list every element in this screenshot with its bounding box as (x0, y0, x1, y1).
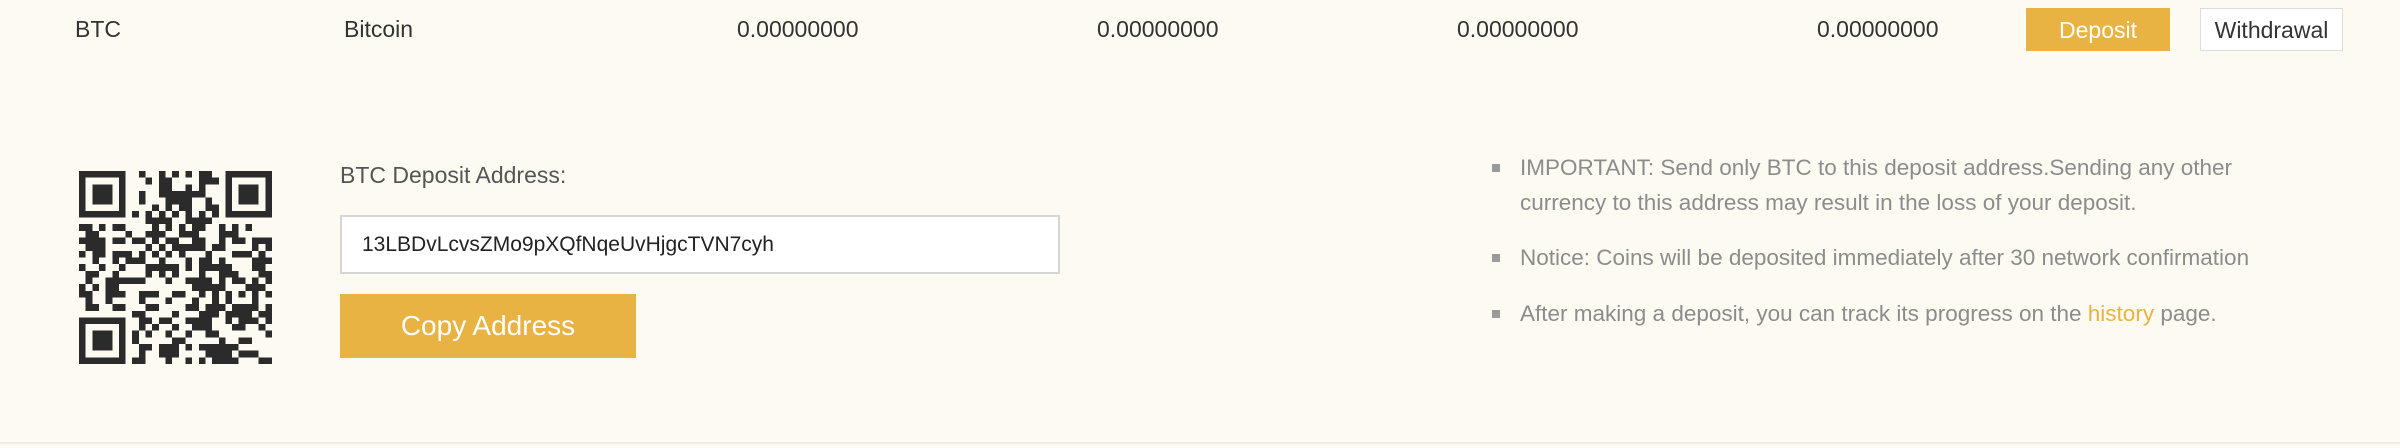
deposit-notices: IMPORTANT: Send only BTC to this deposit… (1492, 150, 2322, 331)
available-balance: 0.00000000 (1097, 16, 1219, 42)
bullet-icon (1492, 164, 1500, 172)
deposit-button[interactable]: Deposit (2026, 8, 2170, 51)
total-balance: 0.00000000 (737, 16, 859, 42)
deposit-panel: BTC Bitcoin 0.00000000 0.00000000 0.0000… (0, 0, 2400, 448)
in-order-balance: 0.00000000 (1457, 16, 1579, 42)
bullet-icon (1492, 254, 1500, 262)
deposit-address-field[interactable] (340, 215, 1060, 274)
history-link[interactable]: history (2088, 301, 2154, 326)
notice-confirmation: Notice: Coins will be deposited immediat… (1492, 240, 2322, 275)
asset-symbol: BTC (75, 16, 121, 42)
copy-address-button[interactable]: Copy Address (340, 294, 636, 358)
bullet-icon (1492, 310, 1500, 318)
deposit-address-label: BTC Deposit Address: (340, 162, 567, 188)
withdrawal-button[interactable]: Withdrawal (2200, 8, 2343, 51)
notice-confirmation-text: Notice: Coins will be deposited immediat… (1520, 245, 2250, 270)
section-divider (0, 442, 2400, 444)
notice-track-text-after: page. (2154, 301, 2217, 326)
notice-important: IMPORTANT: Send only BTC to this deposit… (1492, 150, 2322, 220)
qr-code-icon (79, 171, 272, 364)
btc-value: 0.00000000 (1817, 16, 1939, 42)
notice-track: After making a deposit, you can track it… (1492, 296, 2322, 331)
notice-important-text: IMPORTANT: Send only BTC to this deposit… (1520, 155, 2233, 215)
notice-track-text-before: After making a deposit, you can track it… (1520, 301, 2088, 326)
asset-name: Bitcoin (344, 16, 414, 42)
